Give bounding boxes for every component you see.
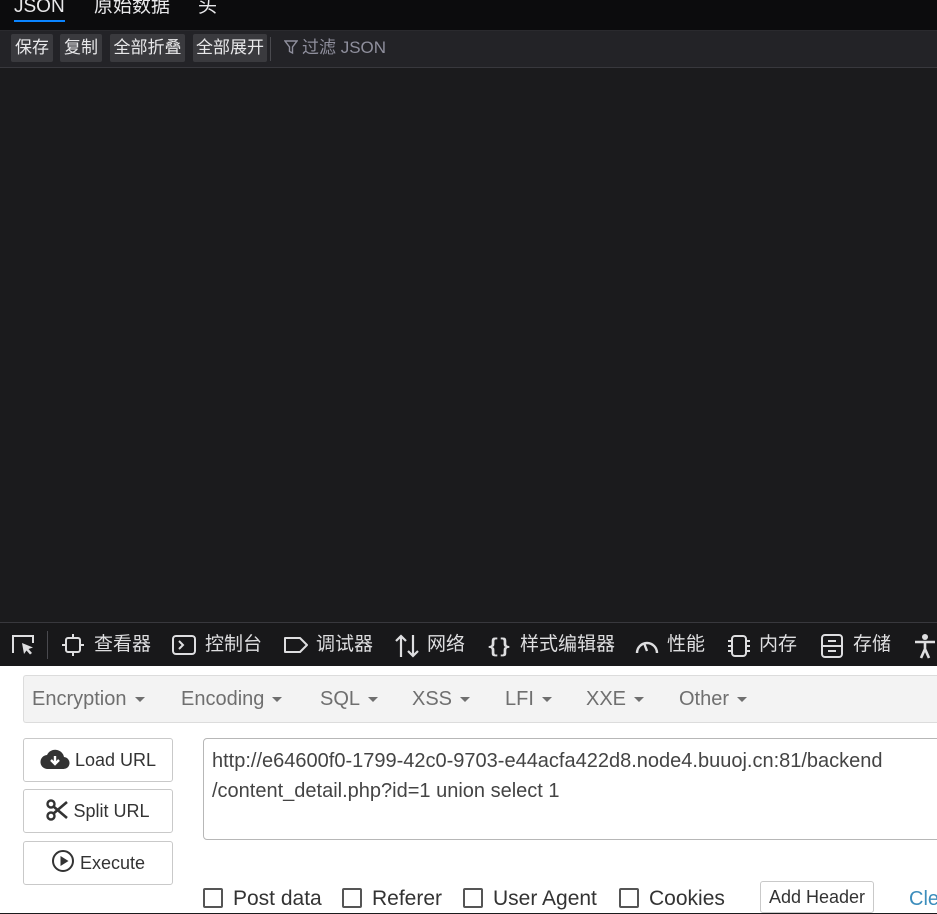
menu-encoding[interactable]: Encoding: [181, 676, 283, 722]
tab-memory-label: 内存: [759, 634, 798, 655]
tab-storage-label: 存储: [853, 634, 892, 655]
user-agent-checkbox[interactable]: User Agent: [463, 884, 597, 914]
menu-lfi[interactable]: LFI: [505, 676, 552, 722]
json-viewer-panel: [0, 68, 937, 622]
svg-text:{}: {}: [487, 634, 511, 658]
network-icon: [395, 634, 419, 658]
tab-style-editor-label: 样式编辑器: [520, 634, 616, 655]
tab-console-label: 控制台: [205, 634, 263, 655]
checkbox-box: [203, 888, 223, 908]
tab-debugger-label: 调试器: [316, 634, 374, 655]
tab-performance-label: 性能: [667, 634, 706, 655]
menu-sql[interactable]: SQL: [320, 676, 379, 722]
element-picker-icon: [12, 635, 34, 655]
memory-icon: [728, 635, 750, 657]
picker-divider: [47, 631, 48, 659]
filter-icon: [283, 40, 299, 55]
caret-down-icon: [134, 697, 145, 702]
menu-xxe[interactable]: XXE: [586, 676, 645, 722]
menu-other-label: Other: [679, 688, 730, 710]
checkbox-box: [342, 888, 362, 908]
style-editor-icon: {}: [487, 634, 511, 658]
menu-xss-label: XSS: [412, 688, 453, 710]
menu-lfi-label: LFI: [505, 688, 534, 710]
load-url-label: Load URL: [74, 750, 157, 770]
checkbox-box: [619, 888, 639, 908]
add-header-button[interactable]: Add Header: [760, 881, 874, 913]
execute-button[interactable]: Execute: [23, 841, 173, 885]
expand-all-button[interactable]: 全部展开: [193, 34, 267, 62]
filter-placeholder: 过滤 JSON: [302, 38, 387, 57]
tab-raw-data[interactable]: 原始数据: [94, 0, 170, 20]
toolbar-divider: [270, 37, 271, 61]
split-url-button[interactable]: Split URL: [23, 789, 173, 833]
load-url-button[interactable]: Load URL: [23, 738, 173, 782]
post-data-label: Post data: [233, 887, 322, 910]
caret-down-icon: [368, 697, 379, 702]
performance-icon: [635, 641, 659, 654]
collapse-all-button[interactable]: 全部折叠: [110, 34, 185, 62]
referer-label: Referer: [372, 887, 443, 910]
cloud-download-icon: [40, 749, 70, 770]
split-url-label: Split URL: [73, 801, 150, 821]
cookies-checkbox[interactable]: Cookies: [619, 884, 725, 914]
menu-xss[interactable]: XSS: [412, 676, 471, 722]
tab-network-label: 网络: [427, 634, 466, 655]
filter-json-input[interactable]: 过滤 JSON: [283, 34, 387, 62]
menu-encryption-label: Encryption: [32, 688, 127, 710]
clear-all-link[interactable]: Clear All: [909, 884, 937, 914]
tab-headers[interactable]: 头: [198, 0, 217, 20]
menu-sql-label: SQL: [320, 688, 361, 710]
referer-checkbox[interactable]: Referer: [342, 884, 442, 914]
menu-xxe-label: XXE: [586, 688, 627, 710]
hackbar-menubar: Encryption Encoding SQL XSS LFI XXE Othe…: [23, 675, 937, 723]
url-textarea[interactable]: http://e64600f0-1799-42c0-9703-e44acfa42…: [203, 738, 937, 840]
tab-json[interactable]: JSON: [14, 0, 65, 22]
tab-accessibility[interactable]: [912, 623, 937, 667]
hackbar-panel: Encryption Encoding SQL XSS LFI XXE Othe…: [0, 666, 937, 913]
menu-other[interactable]: Other: [679, 676, 748, 722]
menu-encryption[interactable]: Encryption: [32, 676, 145, 722]
devtools-toolbar: 查看器 控制台 调试器 网络 {} 样式编辑器 性能 内存 存储: [0, 622, 937, 667]
json-toolbar: 保存 复制 全部折叠 全部展开 过滤 JSON: [0, 31, 937, 68]
caret-down-icon: [272, 697, 283, 702]
scissors-icon: [46, 799, 69, 821]
caret-down-icon: [634, 697, 645, 702]
execute-label: Execute: [79, 853, 146, 873]
post-data-checkbox[interactable]: Post data: [203, 884, 322, 914]
storage-icon: [821, 634, 843, 658]
play-circle-icon: [51, 850, 74, 872]
element-picker-button[interactable]: [11, 623, 41, 667]
checkbox-box: [463, 888, 483, 908]
menu-encoding-label: Encoding: [181, 688, 265, 710]
caret-down-icon: [737, 697, 748, 702]
user-agent-label: User Agent: [493, 887, 597, 910]
tab-inspector-label: 查看器: [94, 634, 152, 655]
caret-down-icon: [541, 697, 552, 702]
cookies-label: Cookies: [649, 887, 725, 910]
debugger-icon: [284, 637, 308, 653]
copy-button[interactable]: 复制: [60, 34, 102, 62]
inspector-icon: [62, 634, 84, 656]
json-viewer-tabs: JSON 原始数据 头: [0, 0, 937, 31]
caret-down-icon: [460, 697, 471, 702]
save-button[interactable]: 保存: [11, 34, 53, 62]
accessibility-icon: [915, 634, 935, 659]
console-icon: [172, 635, 196, 655]
